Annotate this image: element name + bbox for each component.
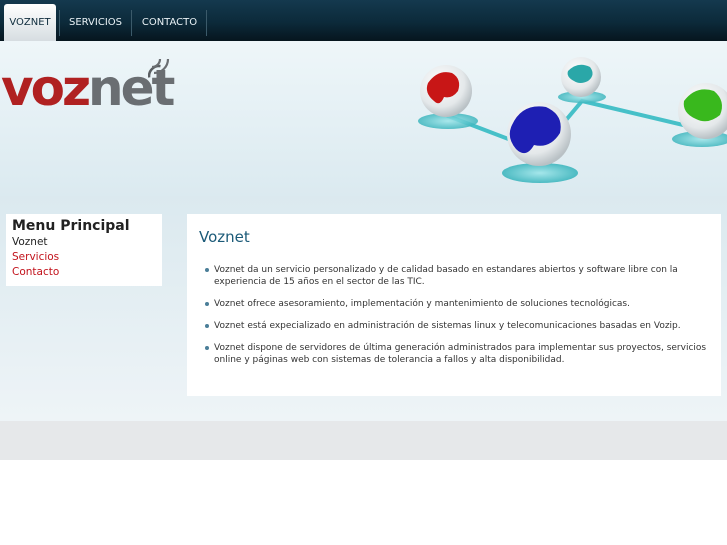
- tab-label: SERVICIOS: [68, 17, 122, 28]
- tab-label: CONTACTO: [141, 17, 198, 28]
- tab-servicios[interactable]: SERVICIOS: [60, 4, 131, 41]
- bullet-icon: [205, 346, 209, 350]
- main-content: Voznet Voznet da un servicio personaliza…: [187, 214, 721, 396]
- list-item-text: Voznet ofrece asesoramiento, implementac…: [214, 299, 630, 309]
- page-title: Voznet: [199, 228, 250, 246]
- bullet-icon: [205, 302, 209, 306]
- sidebar-menu: Menu Principal Voznet Servicios Contacto: [6, 214, 162, 286]
- footer-bar: [0, 421, 727, 460]
- logo-text-voz: voz: [1, 59, 91, 117]
- site-logo[interactable]: voznet: [1, 58, 175, 118]
- header-banner: voznet: [0, 41, 727, 196]
- list-item: Voznet está expecializado en administrac…: [199, 320, 709, 332]
- sidebar-item-voznet[interactable]: Voznet: [12, 235, 156, 250]
- top-navigation: VOZNET SERVICIOS CONTACTO: [0, 0, 727, 41]
- tab-contacto[interactable]: CONTACTO: [133, 4, 206, 41]
- feature-list: Voznet da un servicio personalizado y de…: [199, 264, 709, 366]
- tab-voznet[interactable]: VOZNET: [4, 4, 56, 41]
- bullet-icon: [205, 324, 209, 328]
- bullet-icon: [205, 268, 209, 272]
- list-item: Voznet dispone de servidores de última g…: [199, 342, 709, 366]
- network-globes-illustration: [418, 57, 727, 183]
- nav-divider: [206, 10, 207, 36]
- list-item: Voznet da un servicio personalizado y de…: [199, 264, 709, 288]
- signal-waves-icon: [148, 58, 170, 78]
- sidebar-title: Menu Principal: [12, 218, 130, 234]
- list-item-text: Voznet está expecializado en administrac…: [214, 321, 681, 331]
- tab-label: VOZNET: [9, 17, 51, 28]
- list-item-text: Voznet dispone de servidores de última g…: [214, 343, 707, 365]
- nav-divider: [131, 10, 132, 36]
- list-item: Voznet ofrece asesoramiento, implementac…: [199, 298, 709, 310]
- sidebar-item-contacto[interactable]: Contacto: [12, 265, 156, 280]
- sidebar-item-servicios[interactable]: Servicios: [12, 250, 156, 265]
- list-item-text: Voznet da un servicio personalizado y de…: [214, 265, 678, 287]
